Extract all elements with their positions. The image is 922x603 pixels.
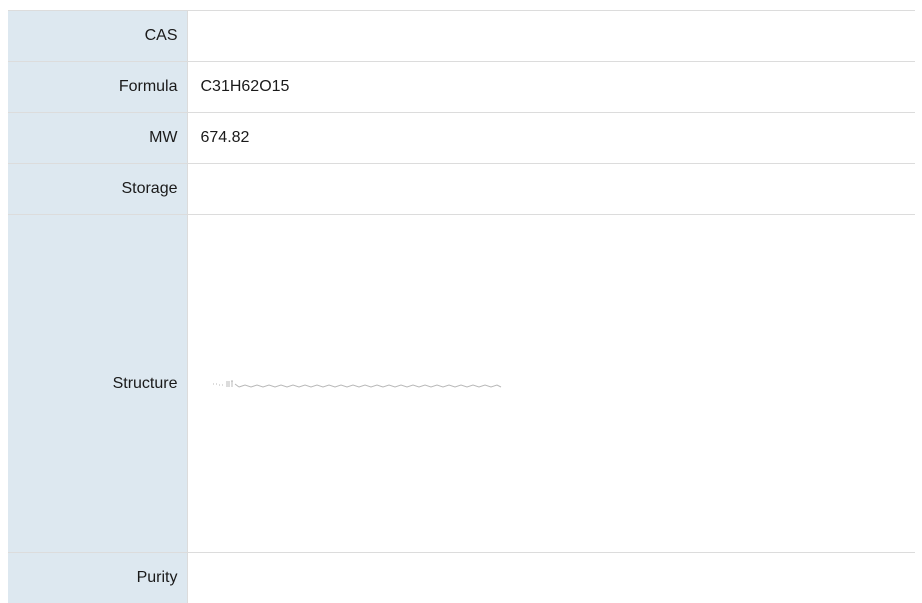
- spec-label-cas: CAS: [8, 11, 187, 62]
- spec-row-purity: Purity: [8, 553, 915, 603]
- spec-row-structure: Structure: [8, 215, 915, 553]
- spec-value-cas: [187, 11, 915, 62]
- spec-value-formula: C31H62O15: [187, 62, 915, 113]
- product-spec-table: CAS Formula C31H62O15 MW 674.82 Storage …: [8, 10, 915, 603]
- spec-row-cas: CAS: [8, 11, 915, 62]
- spec-label-formula: Formula: [8, 62, 187, 113]
- spec-value-structure: [187, 215, 915, 553]
- spec-label-storage: Storage: [8, 164, 187, 215]
- spec-label-structure: Structure: [8, 215, 187, 553]
- spec-label-purity: Purity: [8, 553, 187, 603]
- spec-row-storage: Storage: [8, 164, 915, 215]
- spec-label-mw: MW: [8, 113, 187, 164]
- spec-value-purity: [187, 553, 915, 603]
- spec-value-storage: [187, 164, 915, 215]
- spec-row-mw: MW 674.82: [8, 113, 915, 164]
- spec-value-mw: 674.82: [187, 113, 915, 164]
- chemical-structure-image: [209, 375, 505, 393]
- spec-row-formula: Formula C31H62O15: [8, 62, 915, 113]
